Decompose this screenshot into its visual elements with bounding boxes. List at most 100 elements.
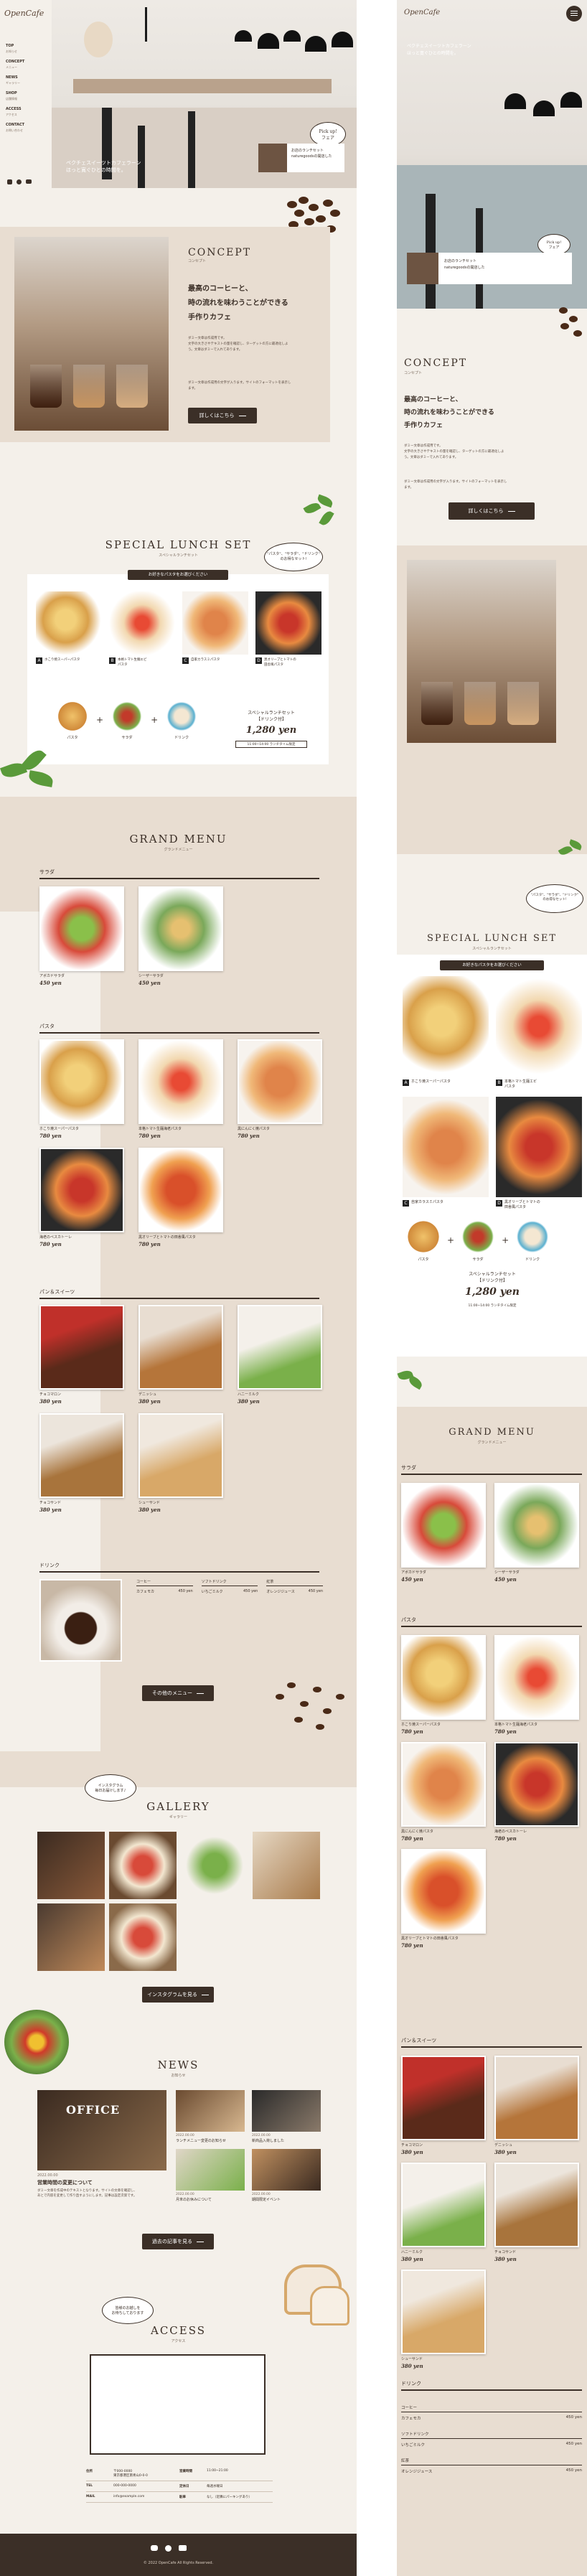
lunch-item-photo [496,976,582,1077]
youtube-icon[interactable] [26,179,32,184]
menu-item-price: 450 yen [138,980,161,986]
menu-item[interactable]: 本格トマト生麺海老パスタ 780 yen [494,1635,579,1735]
lunch-item[interactable]: A ホこり焼スーパーパスタ [403,976,489,1091]
news-item[interactable]: 2022.00.00 新商品入荷しました [252,2090,321,2143]
gallery-photo[interactable] [253,1832,320,1899]
menu-item-photo [401,2056,486,2140]
nav-item: アクセス [6,113,17,116]
facebook-icon[interactable] [17,179,22,184]
menu-item[interactable]: 本格トマト生麺海老パスタ 780 yen [138,1039,223,1139]
pickup-card[interactable]: お店のランチセット naturegoodsの開店した [258,144,344,172]
lunch-item[interactable]: B 本格トマト生麺エビ パスタ [496,976,582,1091]
news-item-title: 期間限定イベント [252,2198,281,2202]
nav-item[interactable]: TOP [6,43,46,49]
lunch-item-name: 自家カラスミパスタ [411,1200,443,1204]
news-item-title: 新商品入荷しました [252,2139,285,2143]
menu-item-photo [494,2056,579,2140]
menu-item[interactable]: 黒オリーブとトマトの田舎風パスタ 780 yen [138,1148,223,1247]
menu-item[interactable]: 黒にんにく焼パスタ 780 yen [401,1742,486,1842]
drink-category: ソフトドリンク [201,1579,258,1586]
lunch-item[interactable]: D 黒オリーブとトマトの 田舎風パスタ [496,1097,582,1212]
menu-item[interactable]: 黒にんにく焼パスタ 780 yen [238,1039,322,1139]
menu-item[interactable]: チョコサンド 380 yen [39,1413,124,1513]
access-bubble: 皆様のお越しを お待ちしております [102,2297,154,2324]
twitter-icon[interactable] [151,2545,158,2551]
nav-item[interactable]: CONCEPT [6,59,46,65]
concept-button[interactable]: 詳しくはこちら [188,408,257,423]
map[interactable] [90,2354,266,2455]
menu-item[interactable]: アボカドサラダ 450 yen [401,1483,486,1583]
menu-item[interactable]: シューサンド 380 yen [401,2270,486,2369]
access-value: 毎週水曜日 [207,2485,223,2488]
lunch-item[interactable]: D 黒オリーブとトマトの 田舎風パスタ [255,591,321,676]
menu-item-photo [238,1039,322,1124]
lunch-item[interactable]: A ホこり焼スーパーパスタ [36,591,102,676]
menu-item[interactable]: ハニーミルク 380 yen [401,2163,486,2262]
menu-item-price: 380 yen [494,2256,517,2262]
lunch-item[interactable]: C 自家カラスミパスタ [403,1097,489,1212]
menu-item[interactable]: シューサンド 380 yen [138,1413,223,1513]
pickup-bubble[interactable]: Pick up! フェア [310,122,346,146]
drink-row: いちごミルク 450 yen [401,2439,582,2450]
menu-item[interactable]: シーザーサラダ 450 yen [138,886,223,986]
menu-item[interactable]: 海老のペスカトーレ 780 yen [494,1742,579,1842]
lunch-item-name: 自家カラスミパスタ [191,658,220,662]
gallery-photo[interactable] [181,1832,248,1899]
lunch-item-photo [403,1097,489,1197]
news-button[interactable]: 過去の記事を見る [142,2234,214,2249]
sp-menu-button[interactable] [566,6,582,22]
news-item[interactable]: 2022.00.00 期間限定イベント [252,2149,321,2202]
youtube-icon[interactable] [179,2545,187,2551]
pc-layout: OpenCafe TOP お知らせ CONCEPT メニュー NEWS ギャラリー SHOP… [0,0,357,2576]
menu-item[interactable]: 海老のペスカトーレ 780 yen [39,1148,124,1247]
menu-item[interactable]: ホこり焼スーパーパスタ 780 yen [39,1039,124,1139]
lunch-item-photo [403,976,489,1077]
nav-item[interactable]: SHOP [6,90,46,96]
menu-item[interactable]: チョコマロン 380 yen [401,2056,486,2155]
menu-item-price: 380 yen [138,1398,161,1405]
menu-more-button[interactable]: その他のメニュー [142,1685,214,1701]
menu-item[interactable]: デニッシュ 380 yen [138,1305,223,1405]
sp-logo[interactable]: OpenCafe [404,9,440,17]
menu-item[interactable]: シーザーサラダ 450 yen [494,1483,579,1583]
drink-name: いちごミルク [401,2443,426,2448]
drink-price: 450 yen [565,2415,582,2420]
nav-item[interactable]: NEWS [6,75,46,80]
sp-layout: OpenCafe ペクチェスイーツトカフェラーン ほっと寛ぐひとの時間を。 Pi… [397,0,587,2576]
menu-item-photo [401,1742,486,1827]
lunch-item[interactable]: B 本格トマト生麺エビ パスタ [109,591,175,676]
menu-item-name: チョコサンド [39,1501,62,1505]
lunch-item[interactable]: C 自家カラスミパスタ [182,591,248,676]
hero-caption: ペクチェスイーツトカフェラーン ほっと寛ぐひとの時間を。 [66,160,141,173]
gallery-photo[interactable] [109,1903,177,1971]
drink-category: コーヒー [136,1579,193,1586]
gallery-photo[interactable] [109,1832,177,1899]
menu-item-name: ハニーミルク [238,1392,260,1397]
twitter-icon[interactable] [7,179,12,184]
menu-item-price: 450 yen [401,1576,423,1583]
gallery-photo[interactable] [37,1903,105,1971]
tag-bread: パン＆スイーツ [39,1288,319,1299]
menu-item[interactable]: 黒オリーブとトマトの田舎風パスタ 780 yen [401,1849,486,1949]
nav-item[interactable]: CONTACT [6,122,46,128]
drink-price: 450 yen [178,1589,193,1593]
facebook-icon[interactable] [165,2545,172,2552]
menu-item[interactable]: ハニーミルク 380 yen [238,1305,322,1405]
menu-item-name: シーザーサラダ [494,1570,520,1575]
menu-item-photo [39,1039,124,1124]
lunch-item-photo [36,591,102,655]
logo[interactable]: OpenCafe [4,9,44,18]
menu-item[interactable]: アボカドサラダ 450 yen [39,886,124,986]
menu-item[interactable]: デニッシュ 380 yen [494,2056,579,2155]
gallery-photo[interactable] [37,1832,105,1899]
menu-item[interactable]: ホこり焼スーパーパスタ 780 yen [401,1635,486,1735]
menu-item-price: 450 yen [39,980,62,986]
menu-item-name: ハニーミルク [401,2250,423,2254]
gallery-button[interactable]: インスタグラムを見る [142,1987,214,2003]
news-item[interactable]: 2022.00.00 月末のお休みについて [176,2149,245,2202]
nav-item[interactable]: ACCESS [6,106,46,112]
menu-item[interactable]: チョコサンド 380 yen [494,2163,579,2262]
news-main[interactable]: OFFICE 2022.00.00 営業時間の変更について ダミー文章を作成中の… [37,2090,166,2198]
news-item[interactable]: 2022.00.00 ランチメニュー変更のお知らせ [176,2090,245,2143]
menu-item[interactable]: チョコマロン 380 yen [39,1305,124,1405]
